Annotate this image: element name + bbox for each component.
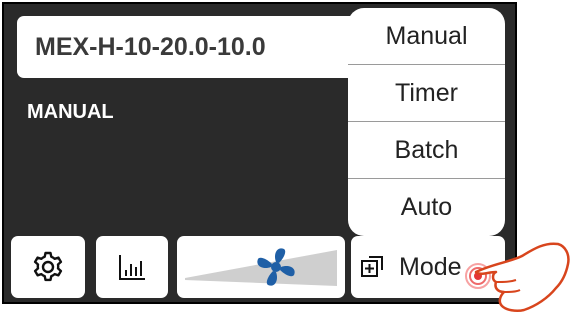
mode-option-manual[interactable]: Manual <box>348 8 505 65</box>
mode-menu: Manual Timer Batch Auto <box>348 8 505 236</box>
settings-button[interactable] <box>11 236 85 298</box>
gear-icon <box>33 251 63 282</box>
fan-icon <box>257 248 295 286</box>
device-name-display: MEX-H-10-20.0-10.0 <box>17 16 365 78</box>
statistics-button[interactable] <box>96 236 168 298</box>
mode-option-batch[interactable]: Batch <box>348 122 505 179</box>
fan-speed-control[interactable] <box>177 236 345 298</box>
tap-hand-icon <box>465 242 570 313</box>
current-mode-label: MANUAL <box>27 101 114 123</box>
mode-switch-icon <box>361 256 383 277</box>
mode-option-auto[interactable]: Auto <box>348 179 505 236</box>
bar-chart-icon <box>119 255 145 280</box>
mode-option-timer[interactable]: Timer <box>348 65 505 122</box>
